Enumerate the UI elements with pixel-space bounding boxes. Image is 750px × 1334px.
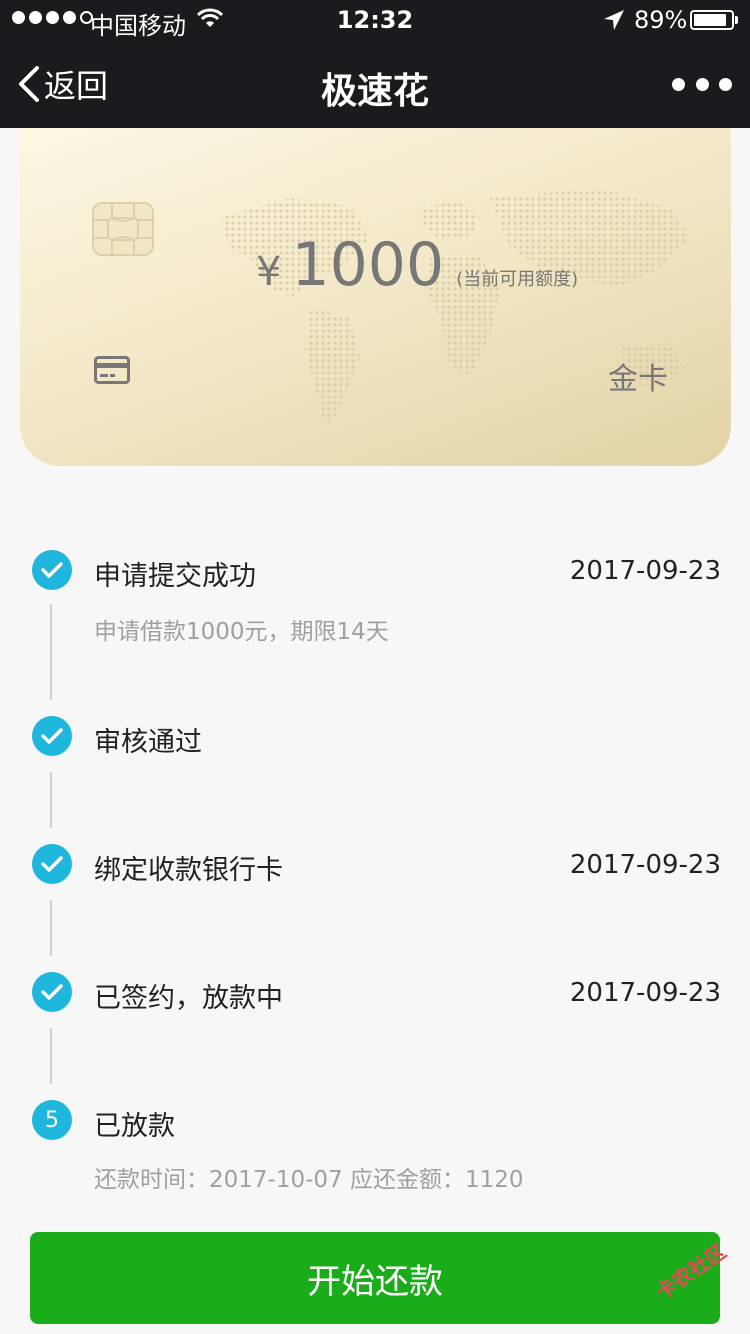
step-title: 已放款	[94, 1111, 175, 1142]
page-title: 极速花	[320, 71, 429, 112]
start-repayment-button[interactable]: 开始还款	[30, 1232, 720, 1324]
card-tier: 金卡	[608, 362, 668, 397]
more-dot	[695, 77, 709, 91]
check-icon	[32, 844, 72, 884]
step-date: 2017-09-23	[569, 850, 721, 880]
location-arrow-icon	[604, 10, 624, 30]
check-icon	[32, 716, 72, 756]
timeline-connector	[50, 900, 52, 956]
timeline-connector	[50, 772, 52, 828]
battery-icon	[690, 10, 734, 30]
credit-limit: ¥ 1000 (当前可用额度)	[256, 230, 578, 300]
step-title: 已签约，放款中	[94, 983, 283, 1014]
step-number-badge: 5	[32, 1100, 72, 1140]
more-dot	[719, 77, 732, 91]
battery-tip	[735, 16, 738, 24]
world-map-pattern	[220, 188, 690, 428]
step-title: 申请提交成功	[94, 561, 256, 592]
more-button[interactable]	[672, 68, 732, 100]
step-date: 2017-09-23	[569, 556, 721, 586]
step-detail: 还款时间：2017-10-07 应还金额：1120	[94, 1167, 524, 1193]
currency-symbol: ¥	[256, 249, 282, 295]
step-title: 审核通过	[94, 727, 202, 758]
check-icon	[32, 550, 72, 590]
bank-card-icon	[94, 356, 130, 384]
status-bar: 中国移动 12:32 89%	[0, 0, 750, 40]
step-date: 2017-09-23	[569, 978, 721, 1008]
nav-bar: 返回 极速花	[0, 40, 750, 128]
header: 中国移动 12:32 89% 返回 极速花	[0, 0, 750, 128]
timeline-connector	[50, 604, 52, 700]
credit-amount-note: (当前可用额度)	[456, 269, 579, 290]
credit-amount: 1000	[291, 230, 445, 300]
check-icon	[32, 972, 72, 1012]
chip-icon	[92, 202, 154, 256]
more-dot	[672, 77, 685, 91]
battery-percentage: 89%	[634, 6, 688, 34]
step-detail: 申请借款1000元，期限14天	[94, 619, 389, 645]
step-title: 绑定收款银行卡	[94, 855, 283, 886]
timeline-connector	[50, 1028, 52, 1084]
credit-card: ¥ 1000 (当前可用额度) 金卡	[20, 128, 731, 466]
